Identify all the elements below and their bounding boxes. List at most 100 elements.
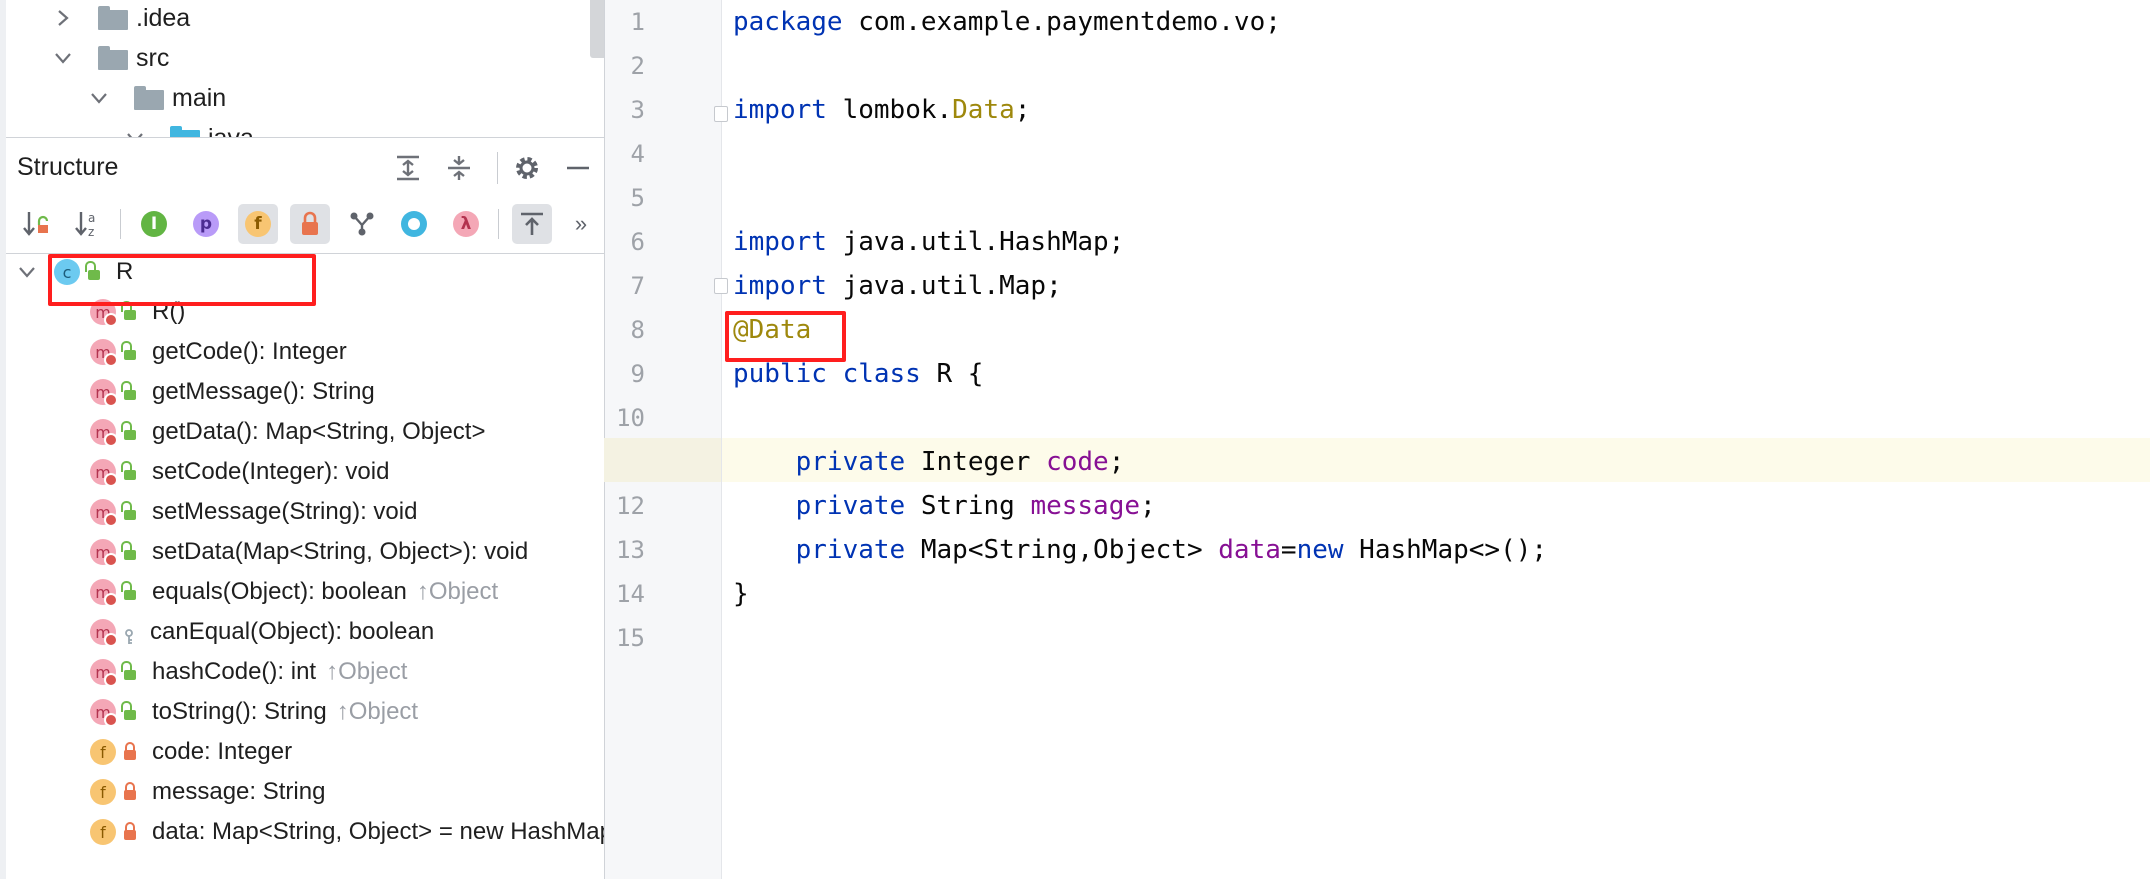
show-inherited-icon[interactable]: I xyxy=(134,204,174,244)
line-number: 13 xyxy=(616,536,645,564)
code-token: String xyxy=(905,491,1031,521)
lombok-generated-dot-icon xyxy=(104,313,118,327)
code-line[interactable]: import lombok.Data; xyxy=(733,88,1030,132)
inherited-from-label: ↑Object xyxy=(326,658,408,685)
chevron-right-icon[interactable] xyxy=(52,7,74,29)
show-anonymous-icon[interactable] xyxy=(394,204,434,244)
structure-member-row[interactable]: m hashCode(): int ↑Object xyxy=(90,652,407,692)
show-hierarchy-icon[interactable] xyxy=(342,204,382,244)
lombok-generated-dot-icon xyxy=(104,473,118,487)
structure-member-row[interactable]: f data: Map<String, Object> = new HashMap… xyxy=(90,812,604,852)
code-line[interactable]: import java.util.HashMap; xyxy=(733,220,1124,264)
current-line-gutter xyxy=(604,438,721,482)
sort-by-visibility-icon[interactable] xyxy=(16,204,56,244)
project-tree-scrollbar[interactable] xyxy=(590,0,604,58)
line-number: 12 xyxy=(616,492,645,520)
member-label: hashCode(): int xyxy=(152,658,317,685)
keyword-token: import xyxy=(733,227,827,257)
code-line[interactable]: private Integer code; xyxy=(733,440,1125,484)
code-token: Integer xyxy=(905,447,1047,477)
code-line[interactable]: package com.example.paymentdemo.vo; xyxy=(733,0,1281,44)
folder-icon xyxy=(98,6,128,30)
code-line[interactable]: private Map<String,Object> data=new Hash… xyxy=(733,528,1547,572)
code-token: java.util.HashMap; xyxy=(826,227,1125,257)
code-token: ; xyxy=(1014,95,1031,125)
chevron-down-icon[interactable] xyxy=(88,87,110,109)
more-icon[interactable]: » xyxy=(566,204,596,244)
lombok-generated-dot-icon xyxy=(104,553,118,567)
line-number: 3 xyxy=(630,96,645,124)
private-lock-icon xyxy=(124,822,136,840)
fold-marker-icon[interactable] xyxy=(714,106,728,122)
member-label: data: Map<String, Object> = new HashMap<… xyxy=(152,818,604,845)
line-number: 4 xyxy=(630,140,645,168)
project-tree-label: main xyxy=(172,83,227,112)
code-line[interactable]: private String message; xyxy=(733,484,1156,528)
code-token: lombok. xyxy=(826,95,953,125)
code-token: = xyxy=(1280,535,1297,565)
public-lock-icon xyxy=(121,381,136,400)
code-line[interactable]: } xyxy=(733,572,749,616)
field-icon: f xyxy=(90,819,116,845)
minimize-icon[interactable] xyxy=(562,152,594,184)
structure-member-row[interactable]: m toString(): String ↑Object xyxy=(90,692,418,732)
lombok-generated-dot-icon xyxy=(104,673,118,687)
method-icon: m xyxy=(90,379,118,407)
structure-member-row[interactable]: m setMessage(String): void xyxy=(90,492,417,532)
show-properties-icon[interactable]: p xyxy=(186,204,226,244)
structure-member-row[interactable]: m getMessage(): String xyxy=(90,372,375,412)
member-label: setCode(Integer): void xyxy=(152,458,390,485)
chevron-down-icon[interactable] xyxy=(124,127,146,137)
line-number: 10 xyxy=(616,404,645,432)
project-tree-row[interactable]: java xyxy=(124,118,254,137)
lombok-generated-dot-icon xyxy=(104,513,118,527)
lombok-generated-dot-icon xyxy=(104,353,118,367)
structure-member-row[interactable]: m canEqual(Object): boolean xyxy=(90,612,434,652)
structure-member-row[interactable]: m setCode(Integer): void xyxy=(90,452,389,492)
code-line[interactable]: import java.util.Map; xyxy=(733,264,1062,308)
svg-text:z: z xyxy=(88,225,94,239)
structure-member-row[interactable]: f message: String xyxy=(90,772,325,812)
structure-tree: c R m R() m getCode(): Integer m getMessage()… xyxy=(6,254,604,879)
structure-title: Structure xyxy=(17,152,119,181)
project-tree-row[interactable]: main xyxy=(88,78,226,118)
lombok-generated-dot-icon xyxy=(104,633,118,647)
chevron-down-icon[interactable] xyxy=(52,47,74,69)
structure-member-row[interactable]: f code: Integer xyxy=(90,732,292,772)
autoscroll-from-source-icon[interactable] xyxy=(512,204,552,244)
show-fields-icon[interactable]: f xyxy=(238,204,278,244)
sort-alphabetically-icon[interactable]: az xyxy=(68,204,108,244)
structure-member-row[interactable]: m getCode(): Integer xyxy=(90,332,347,372)
project-tree-row[interactable]: .idea xyxy=(52,0,190,38)
code-token: ; xyxy=(1140,491,1156,521)
expand-all-icon[interactable] xyxy=(392,152,424,184)
method-icon: m xyxy=(90,699,118,727)
chevron-down-icon[interactable] xyxy=(18,265,40,279)
field-icon: f xyxy=(90,739,116,765)
structure-member-row[interactable]: m equals(Object): boolean ↑Object xyxy=(90,572,498,612)
member-label: message: String xyxy=(152,778,326,805)
public-lock-icon xyxy=(121,461,136,480)
project-tree-row[interactable]: src xyxy=(52,38,169,78)
collapse-all-icon[interactable] xyxy=(443,152,475,184)
line-number: 5 xyxy=(630,184,645,212)
structure-member-row[interactable]: m setData(Map<String, Object>): void xyxy=(90,532,528,572)
structure-member-row[interactable]: m getData(): Map<String, Object> xyxy=(90,412,486,452)
svg-text:a: a xyxy=(88,211,95,225)
method-icon: m xyxy=(90,659,118,687)
field-icon: f xyxy=(90,779,116,805)
gear-icon[interactable] xyxy=(511,152,543,184)
code-editor[interactable]: 123456789101112131415 package com.exampl… xyxy=(604,0,2150,879)
code-token: R { xyxy=(920,359,984,389)
keyword-token: private xyxy=(795,535,906,565)
fold-marker-icon[interactable] xyxy=(714,278,728,294)
highlight-box-class xyxy=(48,254,316,306)
folder-icon xyxy=(134,86,164,110)
show-lambdas-icon[interactable]: λ xyxy=(446,204,486,244)
show-non-public-icon[interactable] xyxy=(290,204,330,244)
highlight-box-annotation xyxy=(725,311,846,362)
code-token: ; xyxy=(1108,447,1125,477)
method-icon: m xyxy=(90,459,118,487)
